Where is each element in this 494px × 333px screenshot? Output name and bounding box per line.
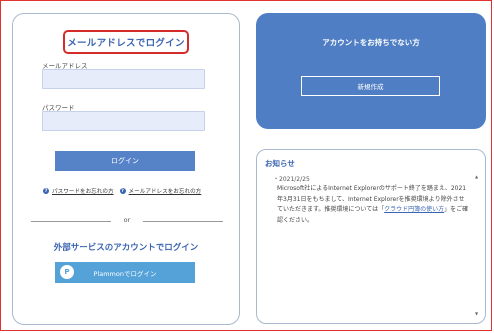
- plammon-login-button[interactable]: P Plammonでログイン: [55, 262, 195, 283]
- divider-right: [143, 221, 223, 222]
- scroll-up-arrow-icon[interactable]: ▲: [474, 174, 479, 179]
- login-title: メールアドレスでログイン: [67, 38, 185, 49]
- notice-card: お知らせ ・2021/2/25 Microsoft社によるInternet Ex…: [256, 149, 486, 324]
- notice-text: Microsoft社によるInternet Explorerのサポート終了を踏ま…: [277, 185, 469, 224]
- notice-title: お知らせ: [265, 159, 295, 168]
- login-title-highlight: メールアドレスでログイン: [63, 30, 189, 54]
- or-separator: or: [123, 216, 131, 224]
- help-icon: ?: [43, 188, 49, 194]
- account-card: アカウントをお持ちでない方 新規作成: [256, 13, 486, 129]
- email-field[interactable]: [43, 74, 204, 92]
- plammon-logo-icon: P: [60, 265, 74, 279]
- password-field-wrapper: [42, 111, 205, 134]
- cloud-enbo-guide-link[interactable]: クラウド円簿の使い方: [384, 206, 444, 213]
- help-icon: ?: [119, 188, 126, 194]
- login-button[interactable]: ログイン: [55, 151, 195, 171]
- divider-left: [31, 221, 111, 222]
- forgot-links: ? パスワードをお忘れの方 ? メールアドレスをお忘れの方: [43, 186, 233, 196]
- forgot-password-link[interactable]: パスワードをお忘れの方: [52, 187, 114, 195]
- notice-date: ・2021/2/25: [273, 176, 310, 183]
- notice-scrollbar[interactable]: ▲ ▼: [474, 174, 479, 316]
- external-login-title: 外部サービスのアカウントでログイン: [53, 243, 199, 253]
- account-title: アカウントをお持ちでない方: [322, 38, 420, 47]
- forgot-email-link[interactable]: メールアドレスをお忘れの方: [129, 187, 202, 195]
- plammon-login-label: Plammonでログイン: [93, 269, 157, 278]
- password-field[interactable]: [43, 116, 204, 134]
- login-card: メールアドレスでログイン メールアドレス パスワード ログイン ? パスワードを…: [12, 13, 240, 325]
- register-button[interactable]: 新規作成: [301, 76, 440, 96]
- email-field-wrapper: [42, 69, 205, 92]
- scroll-down-arrow-icon[interactable]: ▼: [474, 311, 479, 316]
